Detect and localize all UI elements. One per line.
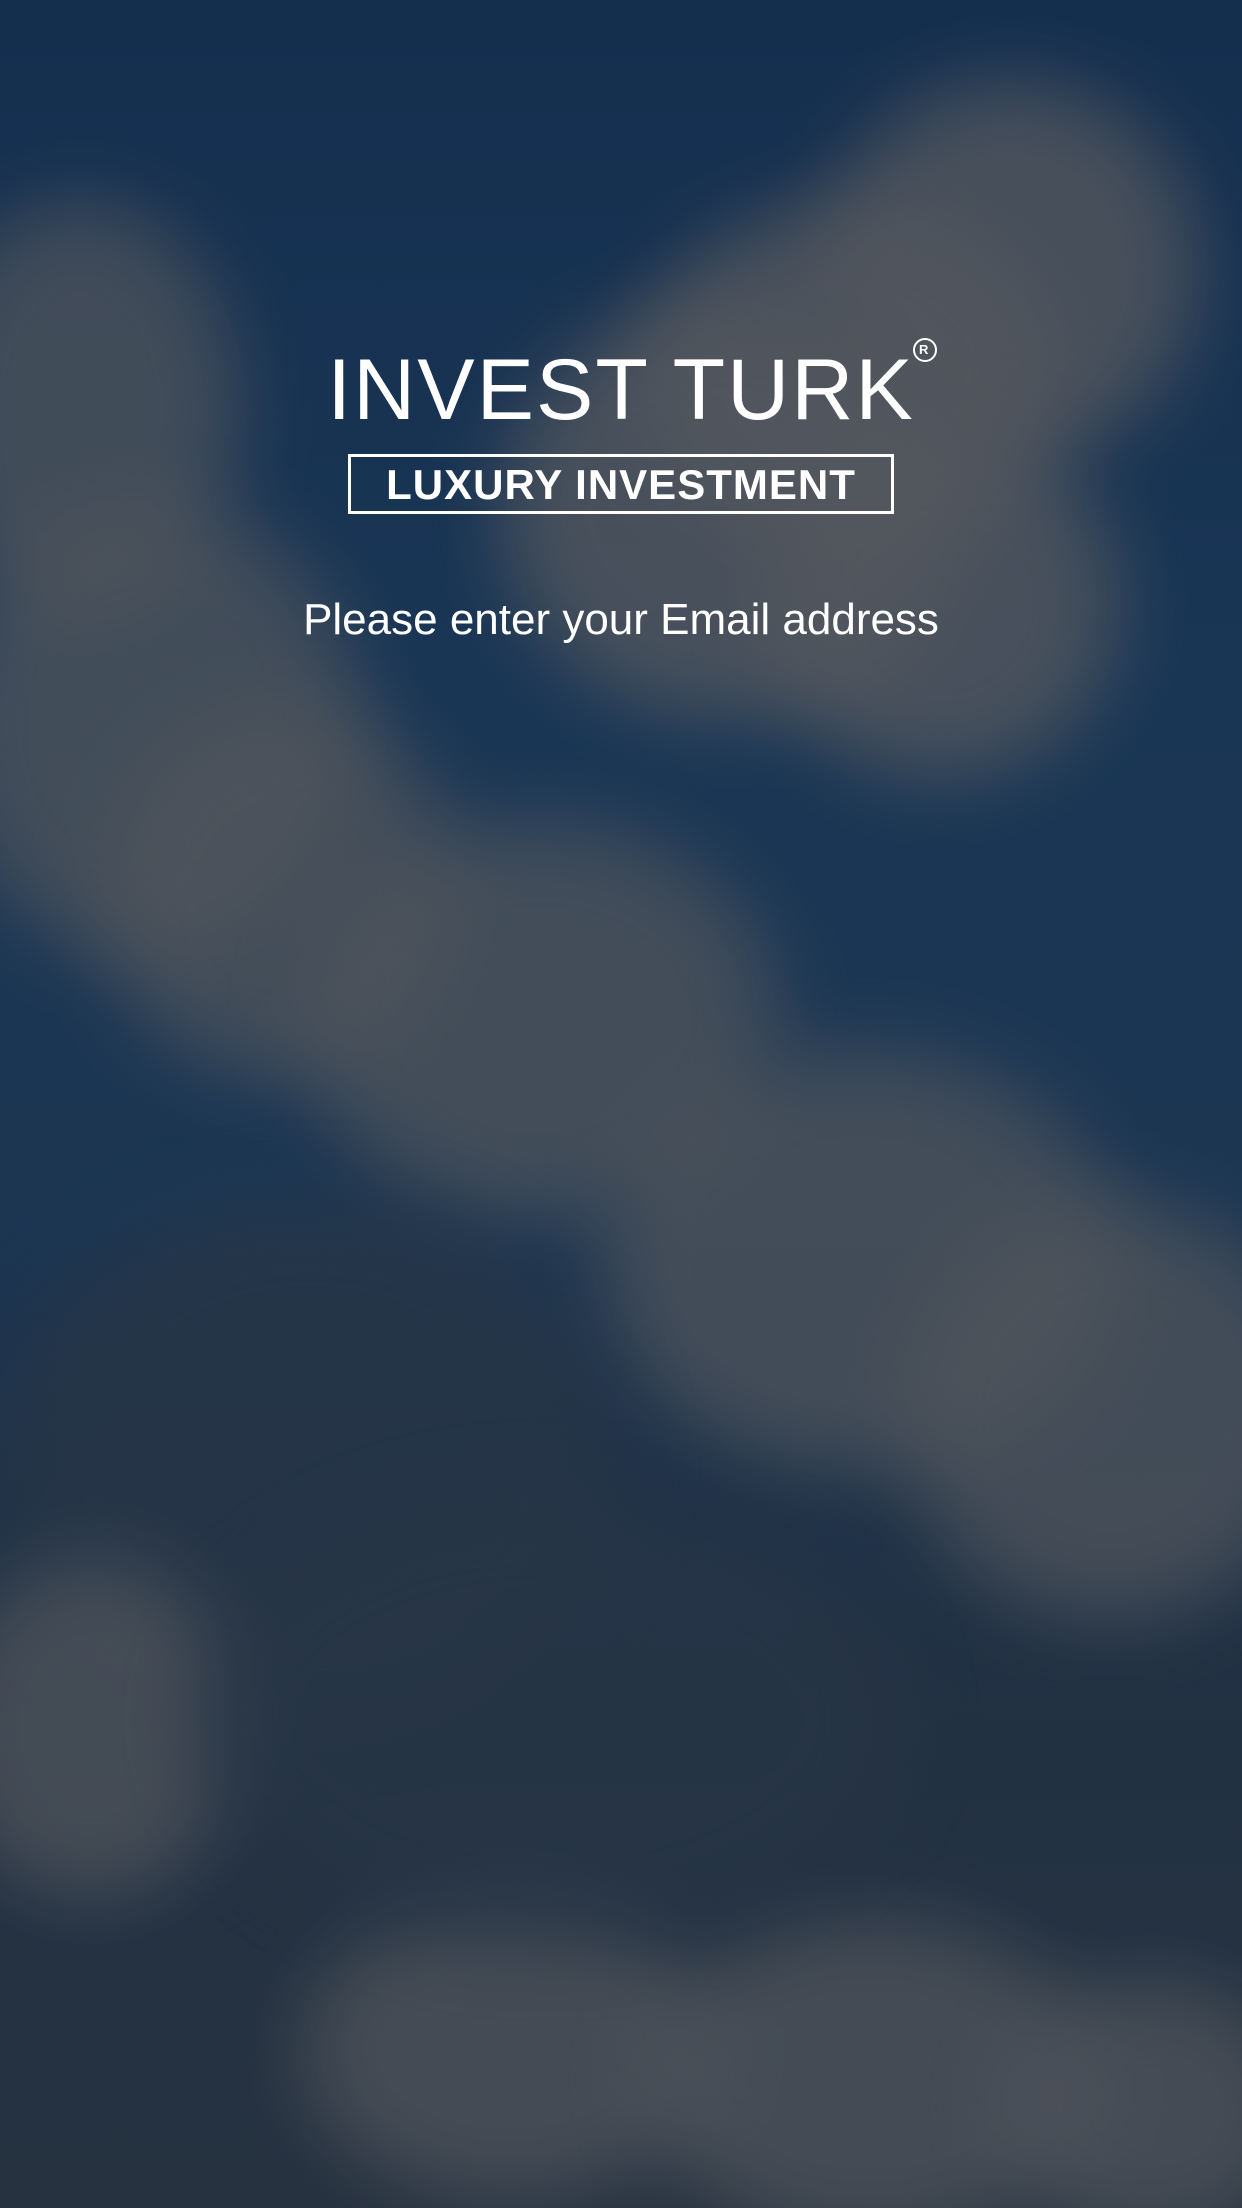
email-prompt-text: Please enter your Email address: [303, 595, 939, 644]
logo: INVEST TURK R LUXURY INVESTMENT: [0, 338, 1242, 514]
background-overlay: [0, 0, 1242, 2208]
brand-name: INVEST TURK R: [327, 338, 937, 440]
brand-name-text: INVEST TURK: [327, 342, 915, 438]
tagline: LUXURY INVESTMENT: [348, 454, 894, 514]
registered-trademark-icon: R: [912, 338, 937, 362]
